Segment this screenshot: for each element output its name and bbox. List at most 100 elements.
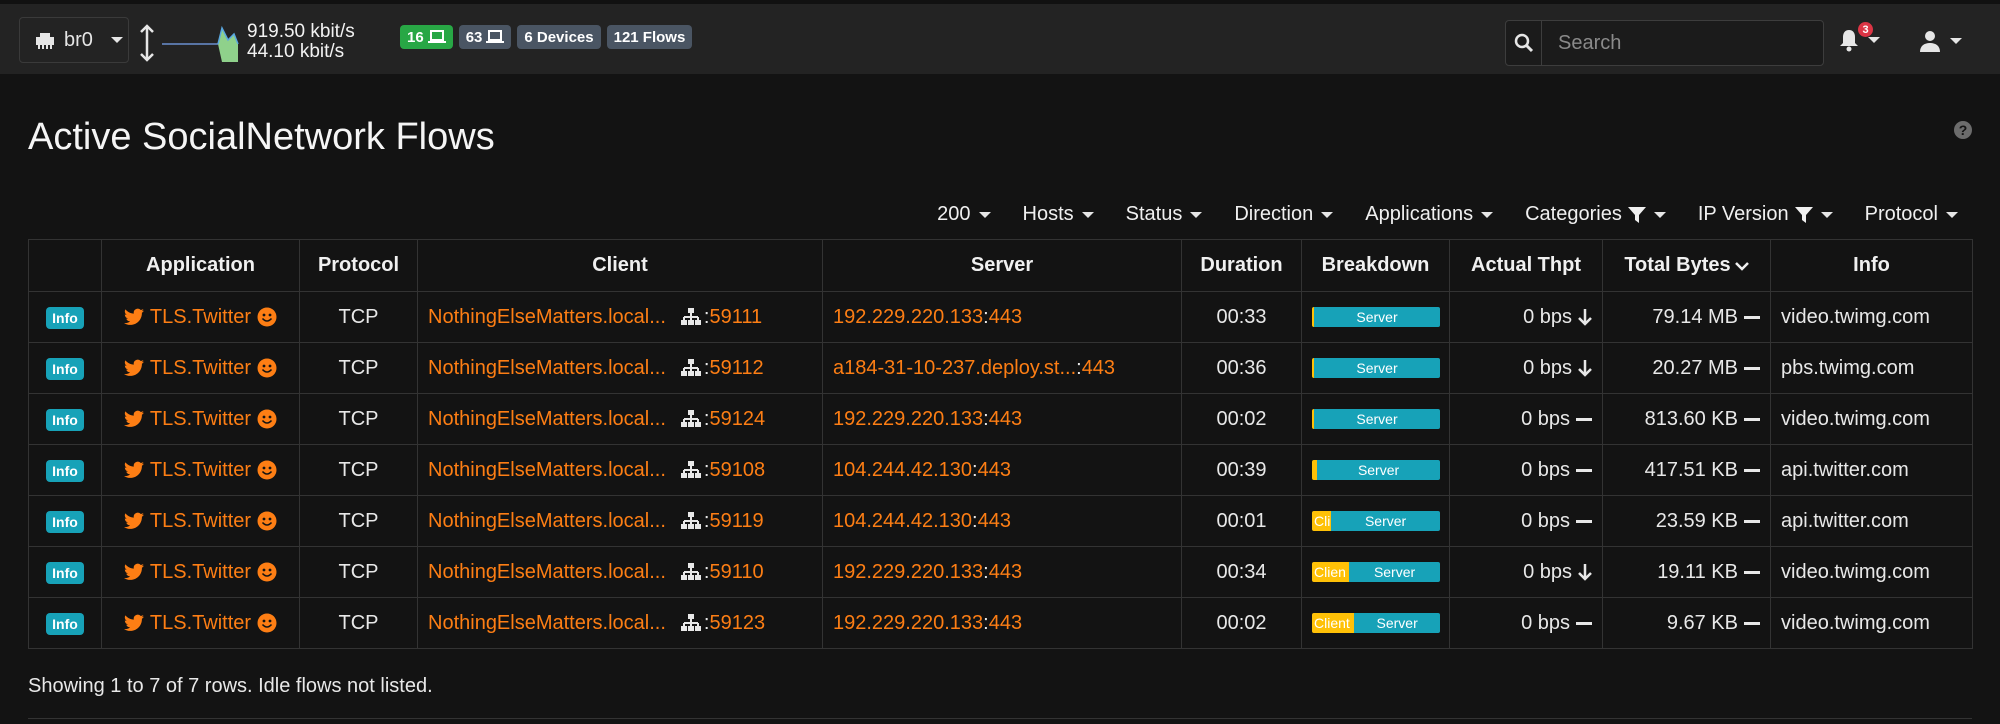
page-size-dropdown[interactable]: 200 [937, 203, 991, 226]
server-port-link[interactable]: 443 [989, 408, 1022, 430]
cell-duration: 00:36 [1181, 342, 1302, 394]
chevron-down-icon [1081, 211, 1094, 218]
client-host-link[interactable]: NothingElseMatters.local... [428, 408, 666, 430]
status-filter[interactable]: Status [1126, 203, 1203, 226]
hosts-filter[interactable]: Hosts [1023, 203, 1094, 226]
col-info[interactable]: Info [1770, 239, 1973, 292]
cell-client: NothingElseMatters.local...:59110 [417, 546, 823, 598]
breakdown-client-segment: Cli [1312, 511, 1332, 531]
server-host-link[interactable]: 192.229.220.133 [833, 561, 983, 583]
cell-application: TLS.Twitter [101, 291, 300, 343]
throughput-readout: 919.50 kbit/s 44.10 kbit/s [247, 22, 355, 62]
rate-down: 44.10 kbit/s [247, 41, 345, 62]
breakdown-bar: Server [1312, 358, 1440, 378]
breakdown-bar: Server [1312, 460, 1440, 480]
client-port-link[interactable]: 59119 [709, 510, 763, 532]
protocol-filter[interactable]: Protocol [1865, 203, 1958, 226]
application-link[interactable]: TLS.Twitter [112, 306, 289, 329]
client-port-link[interactable]: 59110 [709, 561, 763, 583]
client-port-link[interactable]: 59111 [709, 306, 762, 328]
info-button[interactable]: Info [46, 510, 84, 533]
server-port-link[interactable]: 443 [978, 510, 1011, 532]
help-icon[interactable]: ? [1953, 120, 1973, 140]
ip-version-filter[interactable]: IP Version [1698, 203, 1833, 226]
client-host-link[interactable]: NothingElseMatters.local... [428, 459, 666, 481]
flows-badge[interactable]: 121 Flows [606, 25, 693, 49]
col-duration[interactable]: Duration [1181, 239, 1302, 292]
server-host-link[interactable]: 192.229.220.133 [833, 306, 983, 328]
server-host-link[interactable]: a184-31-10-237.deploy.st... [833, 357, 1076, 379]
application-link[interactable]: TLS.Twitter [112, 408, 289, 431]
server-port-link[interactable]: 443 [989, 561, 1022, 583]
server-port-link[interactable]: 443 [978, 459, 1011, 481]
applications-filter[interactable]: Applications [1365, 203, 1494, 226]
chevron-down-icon [1868, 37, 1880, 43]
server-host-link[interactable]: 104.244.42.130 [833, 510, 972, 532]
client-port-link[interactable]: 59123 [709, 612, 765, 634]
smiley-icon [257, 358, 277, 378]
remote-hosts-badge[interactable]: 63 [458, 25, 512, 49]
cell-actual-thpt: 0 bps [1449, 444, 1603, 496]
col-breakdown[interactable]: Breakdown [1301, 239, 1450, 292]
table-row: Info TLS.Twitter TCP NothingElseMatters.loc… [28, 546, 1973, 598]
application-link[interactable]: TLS.Twitter [112, 459, 289, 482]
page-title: Active SocialNetwork Flows [28, 116, 495, 158]
col-server[interactable]: Server [822, 239, 1182, 292]
cell-duration: 00:33 [1181, 291, 1302, 343]
server-port-link[interactable]: 443 [1082, 357, 1115, 379]
local-hosts-badge[interactable]: 16 [400, 25, 453, 49]
info-button[interactable]: Info [46, 459, 84, 482]
info-button[interactable]: Info [46, 612, 84, 635]
col-protocol[interactable]: Protocol [299, 239, 418, 292]
interface-selector[interactable]: br0 [19, 17, 129, 63]
network-icon [680, 358, 702, 377]
application-link[interactable]: TLS.Twitter [112, 561, 289, 584]
devices-badge[interactable]: 6 Devices [517, 25, 601, 49]
server-host-link[interactable]: 192.229.220.133 [833, 408, 983, 430]
col-application[interactable]: Application [101, 239, 300, 292]
client-port-link[interactable]: 59124 [709, 408, 765, 430]
filter-bar: 200 Hosts Status Direction Applications … [937, 203, 1958, 226]
cell-actual-thpt: 0 bps [1449, 393, 1603, 445]
status-filter-label: Status [1125, 203, 1183, 225]
user-menu[interactable] [1920, 30, 1962, 52]
col-actual-thpt[interactable]: Actual Thpt [1449, 239, 1603, 292]
steady-trend-icon [1744, 315, 1760, 319]
client-port-link[interactable]: 59112 [709, 357, 763, 379]
info-button[interactable]: Info [46, 408, 84, 431]
table-row: Info TLS.Twitter TCP NothingElseMatters.loc… [28, 597, 1973, 649]
categories-filter[interactable]: Categories [1525, 203, 1666, 226]
badge-count: 63 [465, 28, 483, 46]
rate-up: 919.50 kbit/s [247, 21, 355, 42]
col-total-bytes[interactable]: Total Bytes [1602, 239, 1771, 292]
search-button[interactable] [1506, 21, 1542, 65]
cell-info: pbs.twimg.com [1770, 342, 1973, 394]
table-row: Info TLS.Twitter TCP NothingElseMatters.loc… [28, 495, 1973, 547]
ethernet-icon [34, 31, 56, 49]
server-host-link[interactable]: 192.229.220.133 [833, 612, 983, 634]
notifications-dropdown[interactable]: 3 [1838, 22, 1880, 52]
server-host-link[interactable]: 104.244.42.130 [833, 459, 972, 481]
client-host-link[interactable]: NothingElseMatters.local... [428, 357, 666, 379]
twitter-icon [123, 359, 144, 377]
col-client[interactable]: Client [417, 239, 823, 292]
client-host-link[interactable]: NothingElseMatters.local... [428, 561, 666, 583]
client-port-link[interactable]: 59108 [709, 459, 765, 481]
client-host-link[interactable]: NothingElseMatters.local... [428, 612, 666, 634]
server-port-link[interactable]: 443 [989, 306, 1022, 328]
client-host-link[interactable]: NothingElseMatters.local... [428, 510, 666, 532]
application-link[interactable]: TLS.Twitter [112, 612, 289, 635]
client-host-link[interactable]: NothingElseMatters.local... [428, 306, 666, 328]
info-button[interactable]: Info [46, 306, 84, 329]
search-input[interactable] [1542, 21, 1823, 65]
info-button[interactable]: Info [46, 561, 84, 584]
smiley-icon [257, 511, 277, 531]
info-button[interactable]: Info [46, 357, 84, 380]
server-port-link[interactable]: 443 [989, 612, 1022, 634]
chevron-down-icon [978, 211, 991, 218]
direction-filter[interactable]: Direction [1234, 203, 1334, 226]
application-link[interactable]: TLS.Twitter [112, 510, 289, 533]
bytes-value: 417.51 KB [1644, 458, 1738, 481]
cell-duration: 00:02 [1181, 597, 1302, 649]
application-link[interactable]: TLS.Twitter [112, 357, 289, 380]
